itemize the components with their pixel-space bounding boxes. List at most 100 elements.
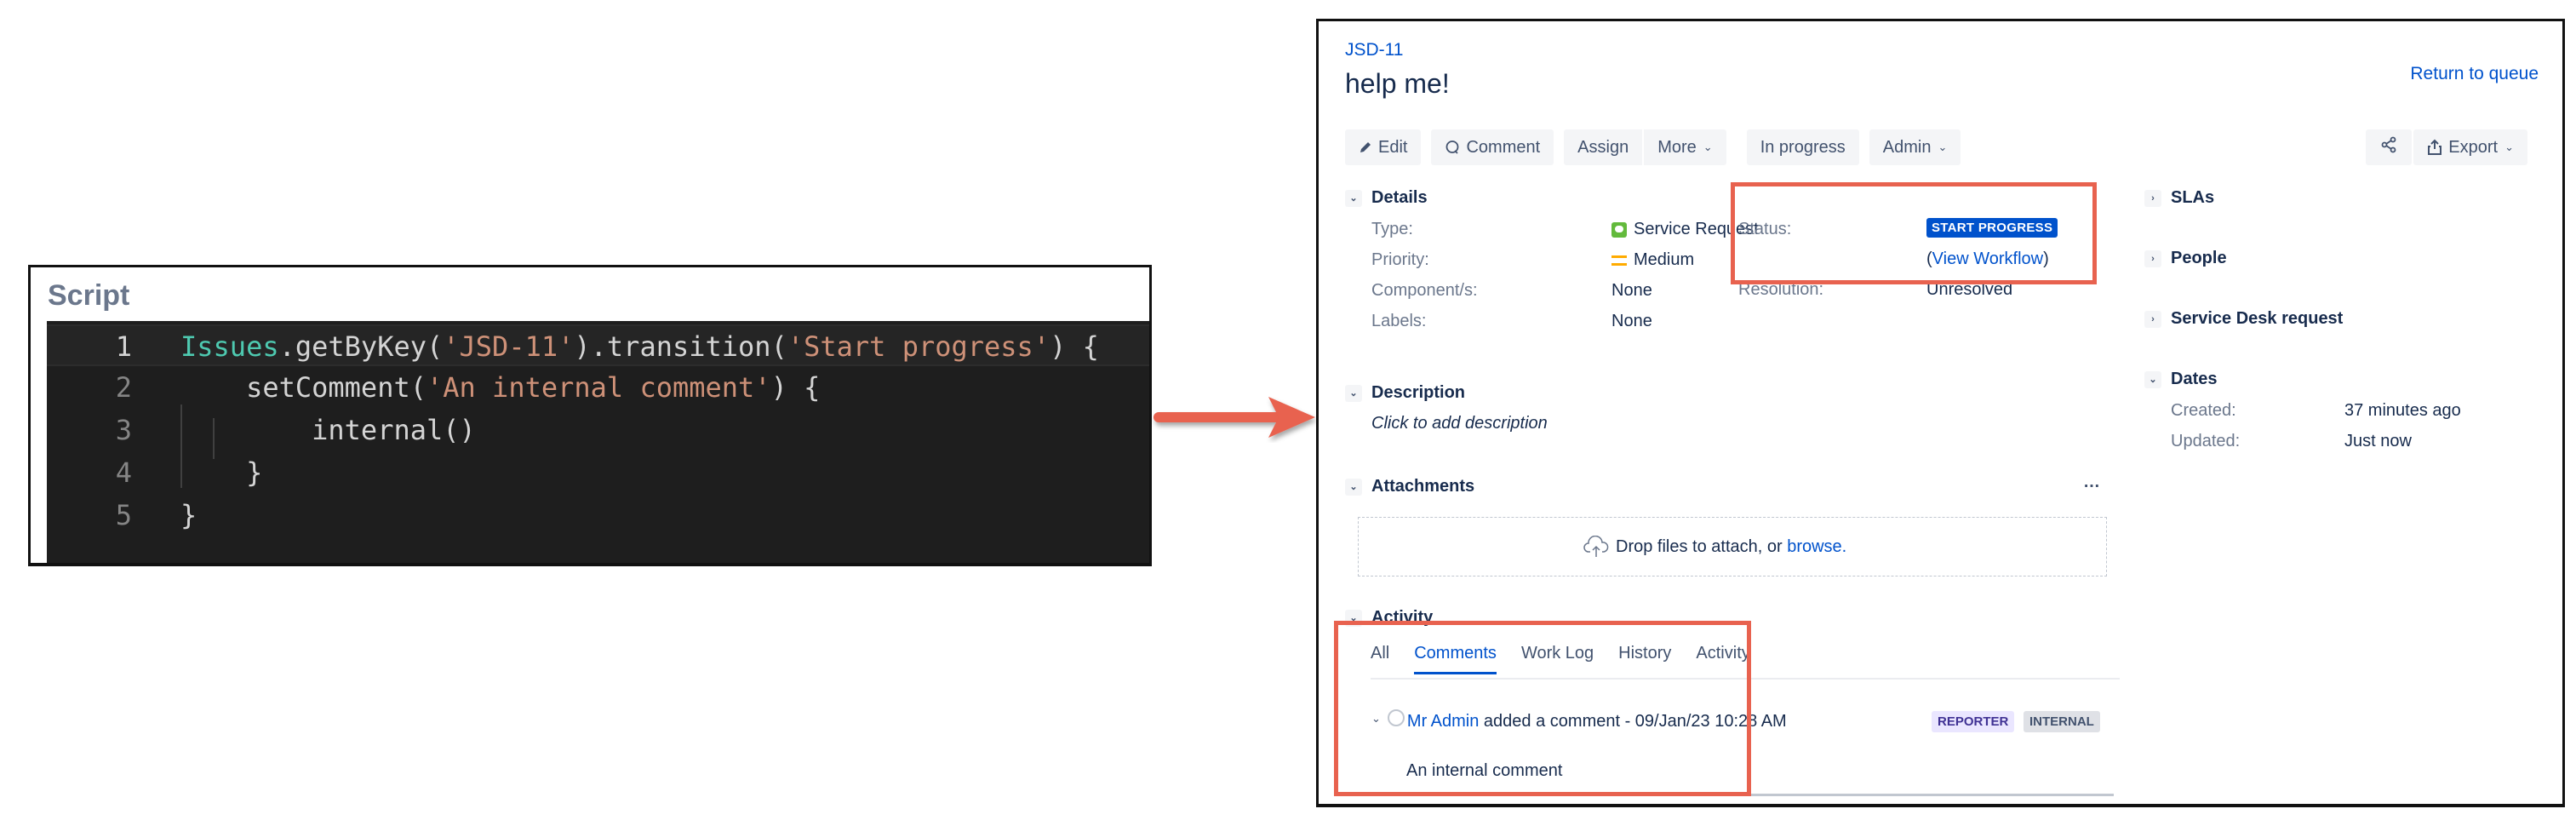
share-button[interactable] [2366, 129, 2413, 165]
chevron-right-icon: › [2144, 310, 2161, 328]
dropzone-text: Drop files to attach, or browse. [1583, 536, 1846, 558]
code-line[interactable]: 4 } [47, 452, 1149, 494]
pencil-icon [1359, 141, 1372, 154]
details-heading: Details [1371, 188, 1428, 207]
code-token-plain: ).transition( [574, 330, 787, 363]
priority-value-text: Medium [1634, 250, 1695, 269]
issue-title[interactable]: help me! [1345, 68, 1450, 100]
issue-toolbar-right: Export ⌄ [2366, 129, 2527, 165]
code-text: } [180, 495, 197, 536]
code-line[interactable]: 1 Issues.getByKey('JSD-11').transition('S… [47, 324, 1149, 366]
comment-label: Comment [1466, 137, 1541, 157]
code-token-plain: setComment( [180, 371, 426, 404]
code-text: } [180, 452, 262, 494]
attachments-section-toggle[interactable]: ⌄ Attachments [1345, 477, 1474, 496]
slas-section-toggle[interactable]: › SLAs [2144, 188, 2214, 208]
line-number: 1 [115, 330, 132, 363]
code-text: Issues.getByKey('JSD-11').transition('St… [180, 326, 1099, 368]
labels-value[interactable]: None [1611, 312, 1652, 331]
chevron-right-icon: › [2144, 189, 2161, 207]
comment-icon [1445, 140, 1460, 155]
code-token-str: 'An internal comment' [426, 371, 771, 404]
assign-button[interactable]: Assign [1564, 129, 1643, 165]
admin-label: Admin [1882, 137, 1932, 157]
code-token-str: 'JSD-11' [443, 330, 575, 363]
script-title: Script [48, 279, 130, 312]
code-line[interactable]: 5} [47, 495, 1149, 536]
status-highlight-box [1731, 182, 2097, 284]
reporter-badge: REPORTER [1932, 711, 2015, 732]
priority-medium-icon [1611, 255, 1627, 266]
description-field[interactable]: Click to add description [1371, 414, 1548, 433]
chevron-right-icon: › [2144, 250, 2161, 267]
dates-section-toggle[interactable]: ⌄ Dates [2144, 370, 2217, 389]
return-to-queue-link[interactable]: Return to queue [2410, 64, 2539, 84]
created-label: Created: [2171, 401, 2236, 420]
chevron-down-icon: ⌄ [1938, 141, 1948, 153]
share-icon [2380, 136, 2397, 158]
line-number: 3 [115, 414, 132, 446]
admin-dropdown[interactable]: Admin ⌄ [1869, 129, 1961, 165]
components-label: Component/s: [1371, 281, 1478, 300]
activity-highlight-box [1334, 621, 1751, 796]
updated-value: Just now [2344, 432, 2412, 450]
code-token-plain: } [180, 499, 197, 531]
code-token-str: 'Start progress' [787, 330, 1050, 363]
priority-value[interactable]: Medium [1611, 250, 1694, 270]
in-progress-button[interactable]: In progress [1746, 129, 1859, 165]
description-section-toggle[interactable]: ⌄ Description [1345, 383, 1465, 403]
labels-label: Labels: [1371, 312, 1427, 330]
dropzone-text-label: Drop files to attach, or [1616, 536, 1788, 556]
dates-heading: Dates [2171, 370, 2218, 388]
updated-label: Updated: [2171, 432, 2241, 450]
issue-view: JSD-11 help me! Return to queue Edit Com… [1316, 19, 2565, 807]
components-value[interactable]: None [1611, 281, 1652, 301]
priority-label: Priority: [1371, 250, 1429, 269]
comment-button[interactable]: Comment [1431, 129, 1554, 165]
line-number: 2 [115, 371, 132, 404]
code-line[interactable]: 2 setComment('An internal comment') { [47, 367, 1149, 409]
internal-badge: INTERNAL [2024, 711, 2100, 732]
more-label: More [1657, 137, 1697, 157]
code-token-plain: ) { [770, 371, 821, 404]
line-number: 5 [115, 499, 132, 531]
chevron-down-icon: ⌄ [1345, 189, 1362, 207]
service-desk-request-heading: Service Desk request [2171, 309, 2344, 328]
chevron-down-icon: ⌄ [1345, 384, 1362, 402]
description-heading: Description [1371, 383, 1466, 402]
issue-key-link[interactable]: JSD-11 [1345, 40, 1403, 60]
type-label: Type: [1371, 220, 1413, 238]
arrow-right-icon [1153, 397, 1315, 438]
code-token-plain: ) { [1050, 330, 1099, 363]
edit-label: Edit [1378, 137, 1408, 157]
attachments-heading: Attachments [1371, 477, 1475, 496]
code-line[interactable]: 3 internal() [47, 410, 1149, 451]
more-dropdown[interactable]: More ⌄ [1644, 129, 1726, 165]
chevron-down-icon: ⌄ [1345, 478, 1362, 496]
edit-button[interactable]: Edit [1345, 129, 1422, 165]
code-text: setComment('An internal comment') { [180, 367, 820, 409]
code-editor[interactable]: 1 Issues.getByKey('JSD-11').transition('S… [47, 321, 1149, 563]
cloud-upload-icon [1583, 536, 1609, 558]
attachments-more-icon[interactable]: … [2083, 473, 2101, 492]
people-heading: People [2171, 249, 2227, 267]
chevron-down-icon: ⌄ [2144, 370, 2161, 388]
export-icon [2427, 139, 2442, 156]
assign-label: Assign [1577, 137, 1629, 157]
code-token-plain: .getByKey( [278, 330, 444, 363]
service-desk-request-toggle[interactable]: › Service Desk request [2144, 309, 2343, 329]
export-label: Export [2448, 137, 2499, 157]
slas-heading: SLAs [2171, 188, 2215, 207]
chevron-down-icon: ⌄ [2504, 141, 2514, 153]
export-dropdown[interactable]: Export ⌄ [2413, 129, 2527, 165]
line-number: 4 [115, 456, 132, 489]
in-progress-label: In progress [1760, 137, 1846, 157]
browse-link[interactable]: browse. [1787, 537, 1846, 557]
people-section-toggle[interactable]: › People [2144, 249, 2227, 268]
created-value: 37 minutes ago [2344, 401, 2461, 420]
script-panel: Script 1 Issues.getByKey('JSD-11').transi… [28, 265, 1152, 566]
code-text: internal() [180, 410, 476, 451]
code-token-plain: } [180, 456, 263, 489]
code-token-plain: internal() [180, 414, 476, 446]
details-section-toggle[interactable]: ⌄ Details [1345, 188, 1428, 208]
